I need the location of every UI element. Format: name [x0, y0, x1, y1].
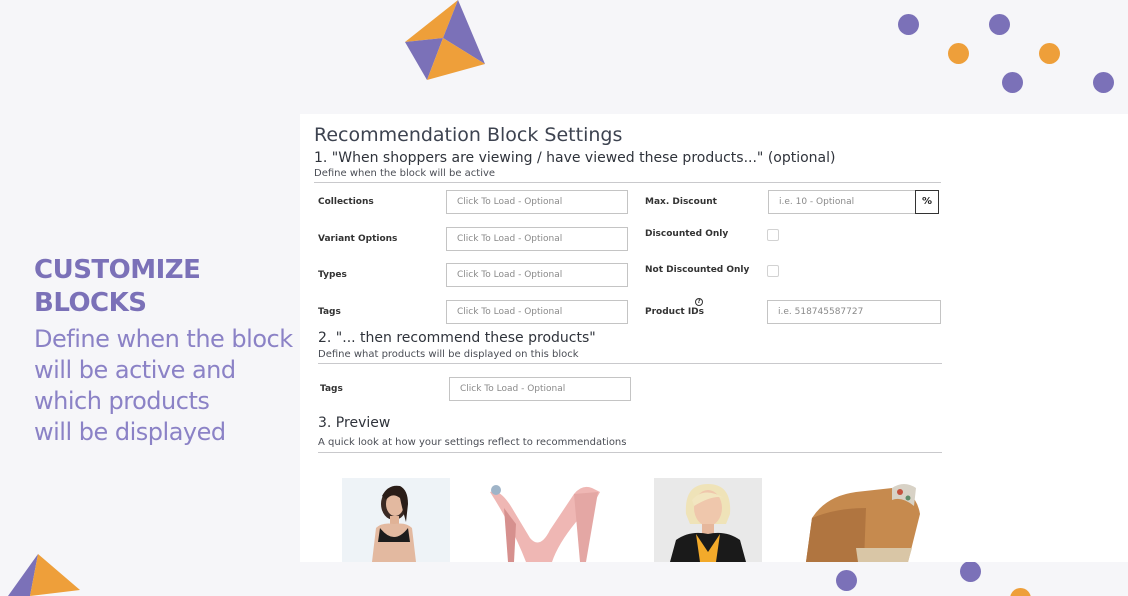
- variant-options-input[interactable]: Click To Load - Optional: [446, 227, 628, 251]
- section2-divider: [318, 363, 942, 364]
- product-ids-input[interactable]: i.e. 518745587727: [767, 300, 941, 324]
- variant-options-label: Variant Options: [318, 234, 398, 244]
- not-discounted-only-checkbox[interactable]: [767, 265, 779, 277]
- types-label: Types: [318, 270, 347, 280]
- promo-block: CUSTOMIZE BLOCKS Define when the block w…: [34, 254, 304, 448]
- discounted-only-checkbox[interactable]: [767, 229, 779, 241]
- collections-input[interactable]: Click To Load - Optional: [446, 190, 628, 214]
- promo-subtitle: Define when the block will be active and…: [34, 325, 293, 446]
- preview-product-image[interactable]: [796, 478, 928, 562]
- section1-title: 1. "When shoppers are viewing / have vie…: [314, 150, 836, 166]
- product-ids-label: Product IDs: [645, 307, 705, 317]
- help-icon[interactable]: ?: [695, 298, 703, 306]
- settings-panel: Recommendation Block Settings 1. "When s…: [300, 114, 1128, 562]
- max-discount-label: Max. Discount: [645, 197, 717, 207]
- section1-desc: Define when the block will be active: [314, 168, 496, 179]
- section1-divider: [314, 182, 941, 183]
- section2-desc: Define what products will be displayed o…: [318, 349, 579, 360]
- preview-product-image[interactable]: [654, 478, 762, 562]
- pyramid-decoration-top: [405, 0, 485, 80]
- discounted-only-label: Discounted Only: [645, 229, 729, 239]
- section3-desc: A quick look at how your settings reflec…: [318, 437, 627, 448]
- types-input[interactable]: Click To Load - Optional: [446, 263, 628, 287]
- percent-button[interactable]: %: [915, 190, 939, 214]
- recommend-tags-label: Tags: [320, 384, 343, 394]
- panel-title: Recommendation Block Settings: [314, 124, 623, 146]
- preview-product-image[interactable]: [486, 478, 606, 562]
- tags-input[interactable]: Click To Load - Optional: [446, 300, 628, 324]
- section2-title: 2. "... then recommend these products": [318, 330, 596, 346]
- collections-label: Collections: [318, 197, 374, 207]
- pyramid-decoration-bottom: [8, 554, 80, 596]
- not-discounted-only-label: Not Discounted Only: [645, 265, 750, 275]
- section3-divider: [318, 452, 942, 453]
- recommend-tags-input[interactable]: Click To Load - Optional: [449, 377, 631, 401]
- promo-title: CUSTOMIZE BLOCKS: [34, 255, 201, 318]
- max-discount-input[interactable]: i.e. 10 - Optional: [768, 190, 916, 214]
- preview-product-image[interactable]: [342, 478, 450, 562]
- tags-label: Tags: [318, 307, 341, 317]
- section3-title: 3. Preview: [318, 415, 391, 431]
